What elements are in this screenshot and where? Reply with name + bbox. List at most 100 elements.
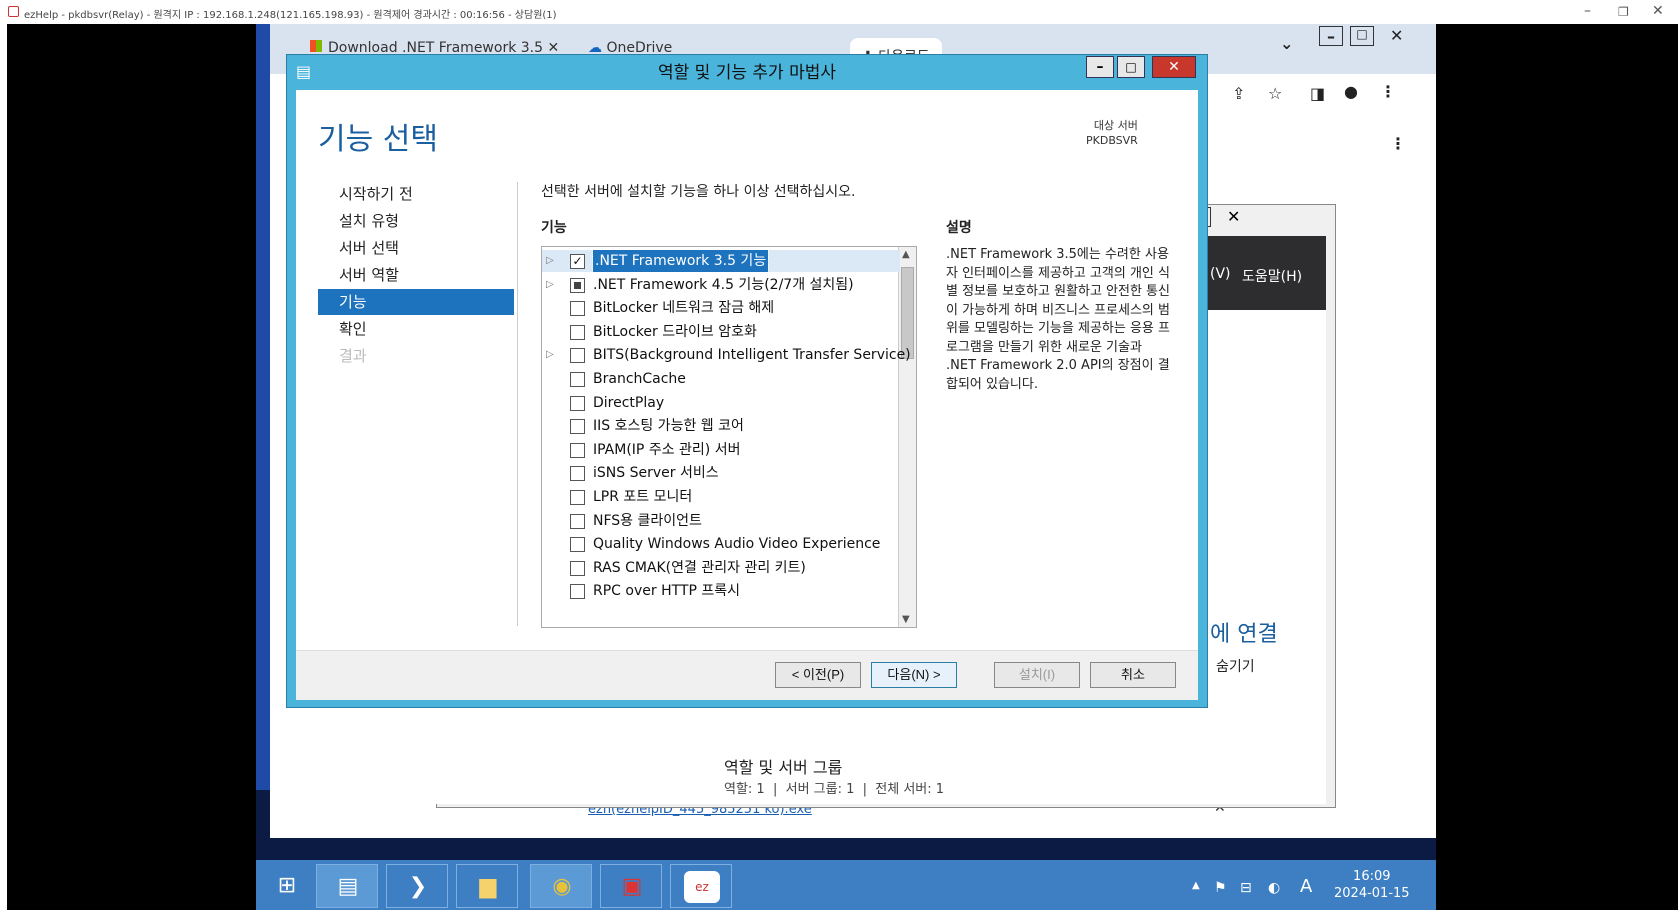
feature-checkbox[interactable] (570, 395, 585, 411)
feature-checkbox[interactable] (570, 348, 585, 364)
expand-icon[interactable]: ▷ (546, 344, 554, 366)
feature-checkbox[interactable] (570, 324, 585, 340)
nav-item[interactable]: 서버 선택 (318, 235, 514, 261)
hide-link[interactable]: 숨기기 (1216, 656, 1255, 676)
features-list[interactable]: ▲ ▼ ▷ ✓ .NET Framework 3.5 기능 ▷ .NET Framewo… (541, 246, 917, 628)
nav-divider (517, 182, 518, 626)
scroll-down-icon[interactable]: ▼ (902, 614, 910, 625)
feature-checkbox[interactable] (570, 301, 585, 317)
features-heading: 기능 (541, 220, 567, 236)
feature-checkbox[interactable] (570, 490, 585, 505)
menu-kebab-icon[interactable]: ⋮ (1380, 82, 1396, 101)
window-close-icon[interactable]: ✕ (1390, 26, 1403, 45)
taskbar-powershell[interactable]: ❯ (386, 864, 448, 908)
taskbar-explorer[interactable]: ▆ (456, 864, 518, 908)
ezhelp-titlebar: ezHelp - pkdbsvr(Relay) - 원격지 IP : 192.1… (0, 0, 1678, 24)
tray-flag-icon[interactable]: ⚑ (1214, 880, 1227, 896)
nav-item[interactable]: 서버 역할 (318, 262, 514, 288)
outer-frame-left (0, 24, 7, 910)
start-button[interactable]: ⊞ (256, 864, 318, 908)
windows-icon: ⊞ (277, 873, 297, 898)
connect-text[interactable]: 에 연결 (1210, 616, 1278, 648)
feature-checkbox[interactable] (570, 560, 585, 576)
feature-checkbox[interactable] (570, 277, 585, 293)
nav-item[interactable]: 설치 유형 (318, 208, 514, 234)
feature-row[interactable]: ▷ BITS(Background Intelligent Transfer Se… (542, 344, 911, 366)
cancel-button[interactable]: 취소 (1090, 662, 1176, 688)
feature-checkbox[interactable] (570, 513, 585, 529)
next-button[interactable]: 다음(N) > (871, 662, 957, 688)
tray-network-icon[interactable]: ⊟ (1240, 880, 1252, 896)
taskbar-ezhelp[interactable]: ez (670, 864, 732, 908)
tray-volume-icon[interactable]: ◐ (1268, 880, 1280, 896)
feature-row[interactable]: Quality Windows Audio Video Experience (542, 533, 900, 555)
scroll-up-icon[interactable]: ▲ (902, 249, 910, 260)
expand-icon[interactable]: ▷ (546, 250, 554, 272)
feature-row[interactable]: LPR 포트 모니터 (542, 486, 900, 508)
feature-label: NFS용 클라이언트 (593, 512, 702, 529)
profile-icon[interactable]: ● (1344, 82, 1358, 101)
feature-row[interactable]: IIS 호스팅 가능한 웹 코어 (542, 415, 900, 437)
feature-row[interactable]: BitLocker 네트워크 잠금 해제 (542, 297, 900, 319)
install-button[interactable]: 설치(I) (994, 662, 1080, 688)
previous-button[interactable]: < 이전(P) (775, 662, 861, 688)
share-icon[interactable]: ⇪ (1232, 84, 1245, 103)
restore-icon[interactable]: ❐ (1618, 5, 1629, 19)
roles-title: 역할 및 서버 그룹 (724, 758, 843, 777)
feature-row[interactable]: ▷ .NET Framework 4.5 기능(2/7개 설치됨) (542, 274, 900, 296)
srv-close-icon[interactable]: ✕ (1227, 207, 1240, 226)
window-maximize-icon[interactable]: □ (1350, 26, 1374, 46)
server-manager-icon: ▤ (337, 874, 359, 899)
wizard-minimize-icon[interactable]: – (1086, 56, 1114, 78)
feature-description: .NET Framework 3.5에는 수려한 사용자 인터페이스를 제공하고… (946, 247, 1170, 392)
menu-view[interactable]: (V) (1210, 266, 1231, 282)
feature-row[interactable]: IPAM(IP 주소 관리) 서버 (542, 439, 900, 461)
feature-checkbox[interactable] (570, 372, 585, 387)
feature-row[interactable]: NFS용 클라이언트 (542, 510, 900, 532)
menu-help[interactable]: 도움말(H) (1242, 266, 1302, 286)
expand-icon[interactable]: ▷ (546, 274, 554, 296)
page-menu-icon[interactable]: ⋮ (1390, 134, 1406, 153)
feature-checkbox[interactable]: ✓ (570, 254, 585, 269)
nav-item[interactable]: 기능 (318, 289, 514, 315)
toolbox-icon: ▣ (621, 874, 643, 899)
feature-label: Quality Windows Audio Video Experience (593, 536, 881, 553)
feature-label: iSNS Server 서비스 (593, 465, 719, 482)
roles-stats: 역할: 1 | 서버 그룹: 1 | 전체 서버: 1 (724, 782, 945, 797)
target-server-name: PKDBSVR (1086, 134, 1138, 147)
window-minimize-icon[interactable]: – (1319, 26, 1343, 46)
clock-time: 16:09 (1353, 869, 1391, 884)
feature-checkbox[interactable] (570, 419, 585, 435)
wizard-close-icon[interactable]: ✕ (1152, 56, 1196, 78)
star-icon[interactable]: ☆ (1268, 84, 1282, 103)
feature-label: IPAM(IP 주소 관리) 서버 (593, 441, 741, 458)
taskbar-server-manager[interactable]: ▤ (316, 864, 378, 908)
feature-row[interactable]: RPC over HTTP 프록시 (542, 580, 900, 602)
features-scrollbar[interactable]: ▲ ▼ (898, 247, 916, 627)
feature-checkbox[interactable] (570, 442, 585, 458)
taskbar-toolbox[interactable]: ▣ (600, 864, 662, 908)
feature-row[interactable]: BitLocker 드라이브 암호화 (542, 321, 900, 343)
feature-label: BitLocker 드라이브 암호화 (593, 323, 757, 340)
feature-row[interactable]: iSNS Server 서비스 (542, 462, 900, 484)
close-icon[interactable]: ✕ (1652, 3, 1664, 19)
feature-checkbox[interactable] (570, 537, 585, 553)
tray-expand-icon[interactable]: ▲ (1192, 880, 1200, 891)
feature-label: IIS 호스팅 가능한 웹 코어 (593, 418, 744, 435)
taskbar-clock[interactable]: 16:09 2024-01-15 (1334, 868, 1410, 902)
feature-row[interactable]: DirectPlay (542, 392, 900, 414)
tab-search-icon[interactable]: ⌄ (1280, 34, 1293, 53)
sidepanel-icon[interactable]: ◨ (1310, 84, 1325, 103)
feature-checkbox[interactable] (570, 584, 585, 600)
page-title: 기능 선택 (318, 122, 438, 157)
nav-item[interactable]: 확인 (318, 316, 514, 342)
feature-row[interactable]: BranchCache (542, 368, 900, 390)
feature-checkbox[interactable] (570, 466, 585, 482)
nav-item[interactable]: 시작하기 전 (318, 181, 514, 207)
minimize-icon[interactable]: – (1584, 3, 1591, 19)
feature-row[interactable]: RAS CMAK(연결 관리자 관리 키트) (542, 557, 900, 579)
feature-row[interactable]: ▷ ✓ .NET Framework 3.5 기능 (542, 249, 900, 273)
taskbar-chrome[interactable]: ◉ (530, 864, 592, 908)
ime-indicator[interactable]: A (1300, 876, 1312, 897)
wizard-maximize-icon[interactable]: □ (1117, 56, 1145, 78)
